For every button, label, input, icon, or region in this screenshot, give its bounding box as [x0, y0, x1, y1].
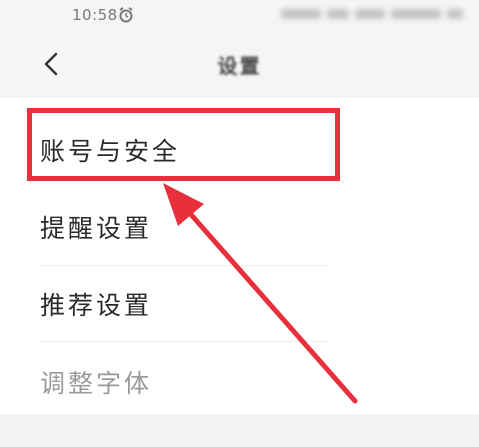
- bottom-section-gap: [0, 414, 479, 447]
- settings-item-label: 推荐设置: [40, 290, 153, 320]
- settings-item-reminder[interactable]: 提醒设置: [0, 189, 479, 264]
- status-bar: 10:58: [0, 0, 479, 36]
- divider: [40, 341, 329, 342]
- settings-item-label: 提醒设置: [40, 213, 153, 243]
- status-icons-blurred: [281, 4, 471, 22]
- page-title: 设置: [217, 54, 262, 78]
- settings-item-label: 调整字体: [40, 368, 153, 398]
- settings-item-recommendation[interactable]: 推荐设置: [0, 266, 479, 341]
- alarm-clock-icon: [119, 7, 133, 23]
- status-time: 10:58: [72, 6, 118, 24]
- nav-bar: 设置: [0, 36, 479, 94]
- highlight-box: [27, 108, 340, 181]
- settings-item-font-size[interactable]: 调整字体: [0, 344, 479, 419]
